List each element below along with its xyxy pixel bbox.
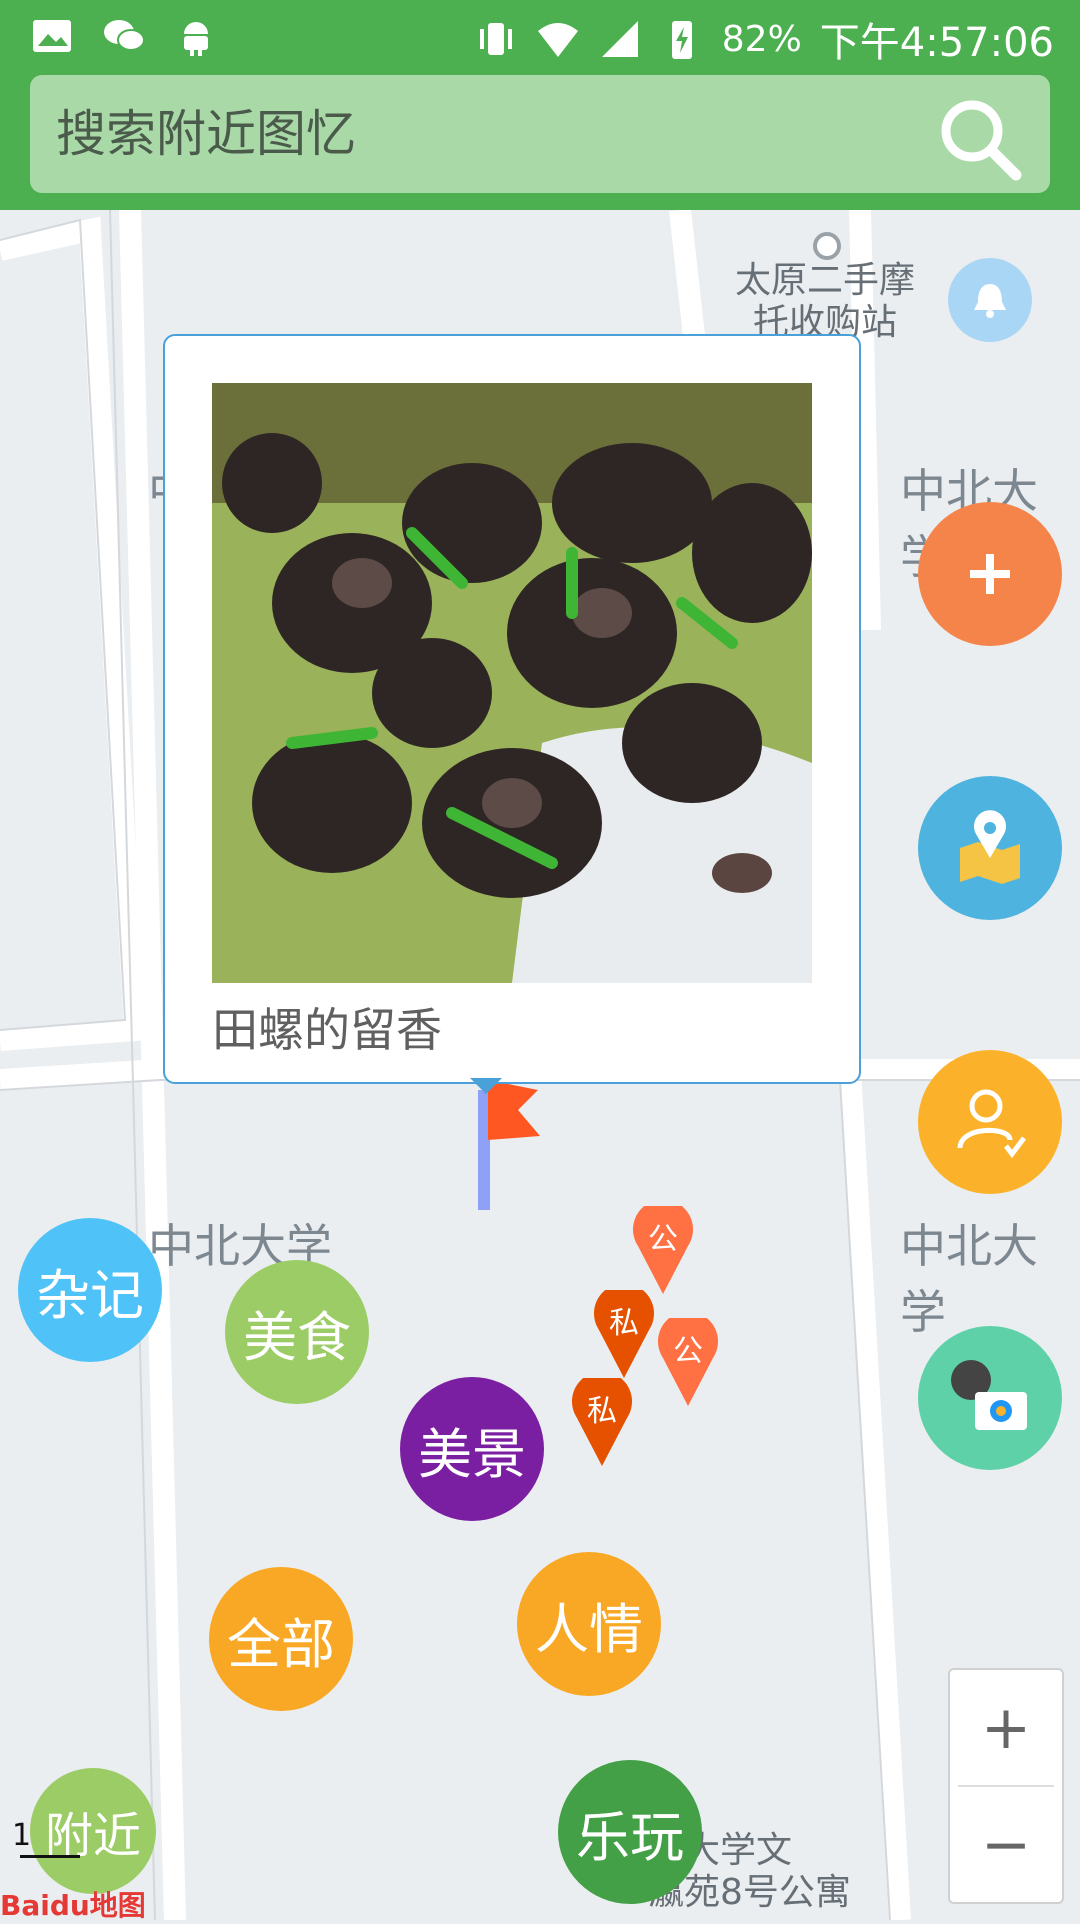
public-pin[interactable]: 公 xyxy=(632,1199,694,1296)
category-all[interactable]: 全部 xyxy=(209,1567,353,1711)
status-bar: 82% 下午4:57:06 xyxy=(0,0,1080,75)
vibrate-icon xyxy=(479,23,512,55)
popup-pointer xyxy=(470,1078,502,1094)
map-pin-icon xyxy=(960,810,1020,884)
zoom-in-button[interactable]: + xyxy=(950,1670,1062,1785)
pin-label: 公 xyxy=(648,1222,678,1257)
baidu-map-logo: Baidu地图 xyxy=(0,1889,146,1922)
scale-bar xyxy=(20,1855,80,1858)
zoom-out-button[interactable]: − xyxy=(950,1787,1062,1902)
memory-popup[interactable]: 田螺的留香 xyxy=(163,334,861,1084)
pin-label: 私 xyxy=(587,1394,617,1429)
public-pin[interactable]: 公 xyxy=(657,1311,719,1408)
category-scenery[interactable]: 美景 xyxy=(400,1377,544,1521)
image-icon xyxy=(33,20,71,52)
signal-icon xyxy=(601,21,638,57)
camera-button[interactable] xyxy=(918,1326,1062,1470)
category-nearby[interactable]: 附近 xyxy=(30,1768,156,1894)
clock: 下午4:57:06 xyxy=(819,20,1054,66)
wechat-icon xyxy=(104,20,145,51)
category-notes[interactable]: 杂记 xyxy=(18,1218,162,1362)
campus-label: 中北大学 xyxy=(900,1219,1038,1339)
add-button[interactable] xyxy=(918,502,1062,646)
pin-label: 私 xyxy=(609,1306,639,1341)
category-food[interactable]: 美食 xyxy=(225,1260,369,1404)
android-icon xyxy=(184,22,208,56)
app-bar xyxy=(0,75,1080,210)
category-people[interactable]: 人情 xyxy=(517,1552,661,1696)
search-bar xyxy=(30,75,1050,193)
battery-percent: 82% xyxy=(721,18,802,60)
private-pin[interactable]: 私 xyxy=(593,1283,655,1380)
search-icon[interactable] xyxy=(934,93,1024,183)
pin-label: 公 xyxy=(673,1334,703,1369)
search-input[interactable] xyxy=(54,104,918,164)
wifi-icon xyxy=(537,23,578,57)
bell-icon xyxy=(974,284,1006,318)
poi-label-motorcycle[interactable]: 太原二手摩 托收购站 xyxy=(720,260,930,344)
popup-caption: 田螺的留香 xyxy=(212,1003,442,1057)
map-scale: 1 xyxy=(12,1818,32,1853)
poi-marker[interactable] xyxy=(813,232,841,260)
camera-icon xyxy=(951,1360,1027,1430)
user-check-icon xyxy=(957,1089,1026,1159)
snail-dish-photo[interactable] xyxy=(212,383,812,983)
zoom-control: + − xyxy=(948,1668,1064,1904)
notification-button[interactable] xyxy=(948,258,1032,342)
battery-charging-icon xyxy=(671,21,692,59)
private-pin[interactable]: 私 xyxy=(571,1371,633,1468)
user-follow-button[interactable] xyxy=(918,1050,1062,1194)
category-fun[interactable]: 乐玩 xyxy=(558,1760,702,1904)
plus-icon xyxy=(970,554,1010,594)
map-location-button[interactable] xyxy=(918,776,1062,920)
